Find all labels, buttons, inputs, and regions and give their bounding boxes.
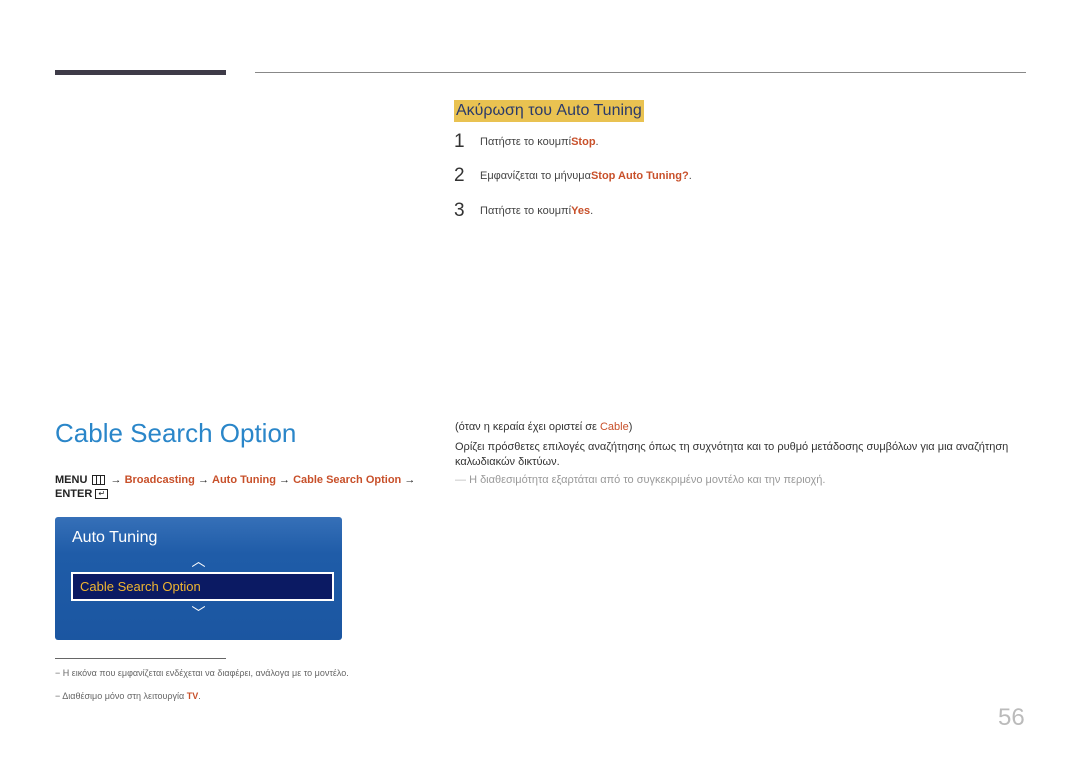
menu-path: MENU → Broadcasting → Auto Tuning → Cabl… (55, 473, 445, 501)
footnote-text: Η εικόνα που εμφανίζεται ενδέχεται να δι… (62, 668, 349, 678)
step-number: 1 (454, 131, 465, 152)
footnote-divider (55, 658, 226, 659)
dash-icon: − (55, 668, 63, 678)
arrow: → (404, 474, 416, 486)
path-item-auto-tuning: Auto Tuning (212, 474, 276, 486)
header-bar-thick (55, 70, 226, 75)
step-3: 3 Πατήστε το κουμπί Yes. (454, 200, 593, 222)
path-item-broadcasting: Broadcasting (124, 474, 195, 486)
condition-text: (όταν η κεραία έχει οριστεί σε Cable) (455, 420, 632, 435)
footnote-text: Διαθέσιμο μόνο στη λειτουργία (62, 691, 187, 701)
step-text: Πατήστε το κουμπί (480, 136, 572, 148)
condition-suffix: ) (628, 421, 633, 433)
footnote-1: − Η εικόνα που εμφανίζεται ενδέχεται να … (55, 668, 349, 678)
condition-prefix: (όταν η κεραία έχει οριστεί σε (455, 421, 600, 433)
header-line (255, 72, 1026, 73)
menu-icon (92, 475, 106, 486)
enter-label: ENTER (55, 488, 93, 500)
osd-title: Auto Tuning (72, 529, 158, 546)
step-suffix: . (688, 170, 692, 182)
step-number: 3 (454, 200, 465, 221)
step-text: Εμφανίζεται το μήνυμα (480, 170, 591, 182)
path-item-cable-search-option: Cable Search Option (293, 474, 402, 486)
page-title: Cable Search Option (55, 418, 297, 448)
step-number: 2 (454, 165, 465, 186)
step-highlight: Stop (571, 136, 596, 148)
step-suffix: . (590, 205, 594, 217)
step-text: Πατήστε το κουμπί (480, 205, 572, 217)
page-number: 56 (998, 704, 1025, 731)
enter-icon: ↵ (95, 489, 109, 500)
section-title: Ακύρωση του Auto Tuning (454, 100, 644, 122)
chevron-down-icon[interactable]: ﹀ (55, 603, 342, 623)
footnote-suffix: . (198, 691, 201, 701)
step-highlight: Stop Auto Tuning? (590, 170, 689, 182)
step-highlight: Yes (571, 205, 591, 217)
step-2: 2 Εμφανίζεται το μήνυμα Stop Auto Tuning… (454, 165, 692, 187)
osd-selected-item[interactable]: Cable Search Option (71, 572, 334, 601)
step-1: 1 Πατήστε το κουμπί Stop. (454, 131, 599, 153)
menu-label: MENU (55, 474, 88, 486)
footnote-highlight: TV (186, 691, 199, 701)
arrow: → (279, 474, 290, 486)
note: — Η διαθεσιμότητα εξαρτάται από το συγκε… (455, 474, 825, 486)
arrow: → (110, 474, 122, 486)
osd-panel: Auto Tuning ︿ Cable Search Option ﹀ (55, 517, 342, 640)
footnote-2: − Διαθέσιμο μόνο στη λειτουργία TV. (55, 691, 201, 701)
note-text: Η διαθεσιμότητα εξαρτάται από το συγκεκρ… (469, 474, 826, 486)
step-suffix: . (595, 136, 599, 148)
description: Ορίζει πρόσθετες επιλογές αναζήτησης όπω… (455, 441, 1009, 468)
condition-highlight: Cable (599, 421, 629, 433)
arrow: → (197, 474, 209, 486)
chevron-up-icon[interactable]: ︿ (55, 551, 342, 571)
note-dash-icon: — (455, 474, 470, 486)
